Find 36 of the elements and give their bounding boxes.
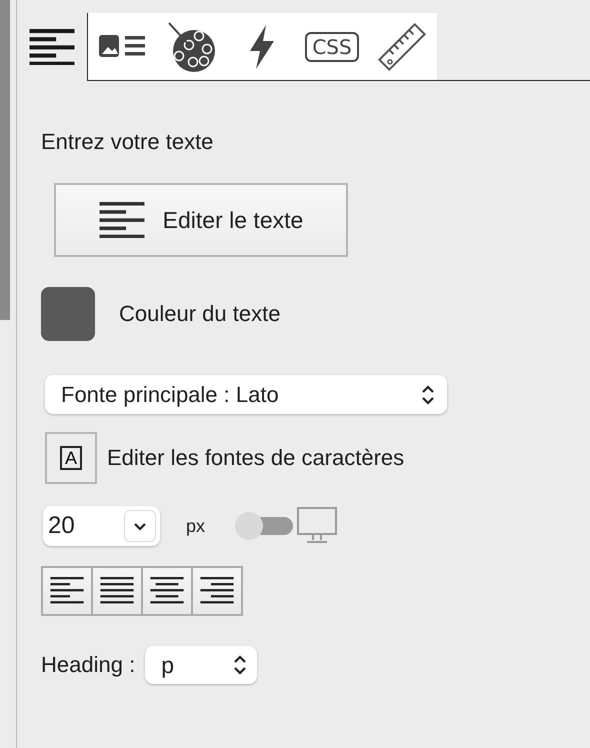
text-color-swatch[interactable] (41, 287, 95, 341)
alignment-button[interactable] (91, 566, 143, 616)
heading-select[interactable]: p (145, 646, 258, 684)
alignment-button[interactable] (141, 566, 193, 616)
tab[interactable] (87, 13, 157, 81)
palette-icon (167, 20, 217, 72)
font-editor-button[interactable]: A (45, 432, 97, 484)
alignment-button[interactable] (191, 566, 243, 616)
text-align-icon (29, 28, 75, 66)
unit-label: px (186, 516, 206, 536)
tab[interactable]: CSS (297, 13, 367, 81)
updown-chevron-icon (421, 384, 435, 406)
tab[interactable] (367, 13, 437, 81)
updown-chevron-icon (233, 654, 248, 676)
edit-text-button[interactable]: Editer le texte (54, 183, 348, 257)
font-size-field[interactable]: 20 (43, 506, 160, 546)
text-lines-icon (98, 202, 145, 238)
chevron-down-icon (133, 522, 147, 530)
dropdown-button[interactable] (124, 510, 156, 542)
css-badge: CSS (305, 32, 359, 62)
alignment-icon (150, 577, 184, 605)
scrollbar[interactable] (0, 0, 10, 320)
alignment-icon (200, 577, 234, 605)
heading-label: Heading : (41, 652, 136, 678)
alignment-icon (50, 577, 84, 605)
responsive-toggle[interactable] (235, 514, 294, 538)
font-editor-label: Editer les fontes de caractères (107, 445, 404, 471)
alignment-button[interactable] (41, 566, 93, 616)
font-select[interactable]: Fonte principale : Lato (45, 375, 447, 414)
lightning-icon (248, 24, 276, 68)
section-label: Entrez votre texte (41, 129, 214, 155)
alignment-icon (100, 577, 134, 605)
monitor-icon (297, 507, 338, 545)
text-color-label: Couleur du texte (119, 301, 280, 327)
ruler-icon (377, 22, 427, 72)
image-text-icon (98, 34, 146, 60)
